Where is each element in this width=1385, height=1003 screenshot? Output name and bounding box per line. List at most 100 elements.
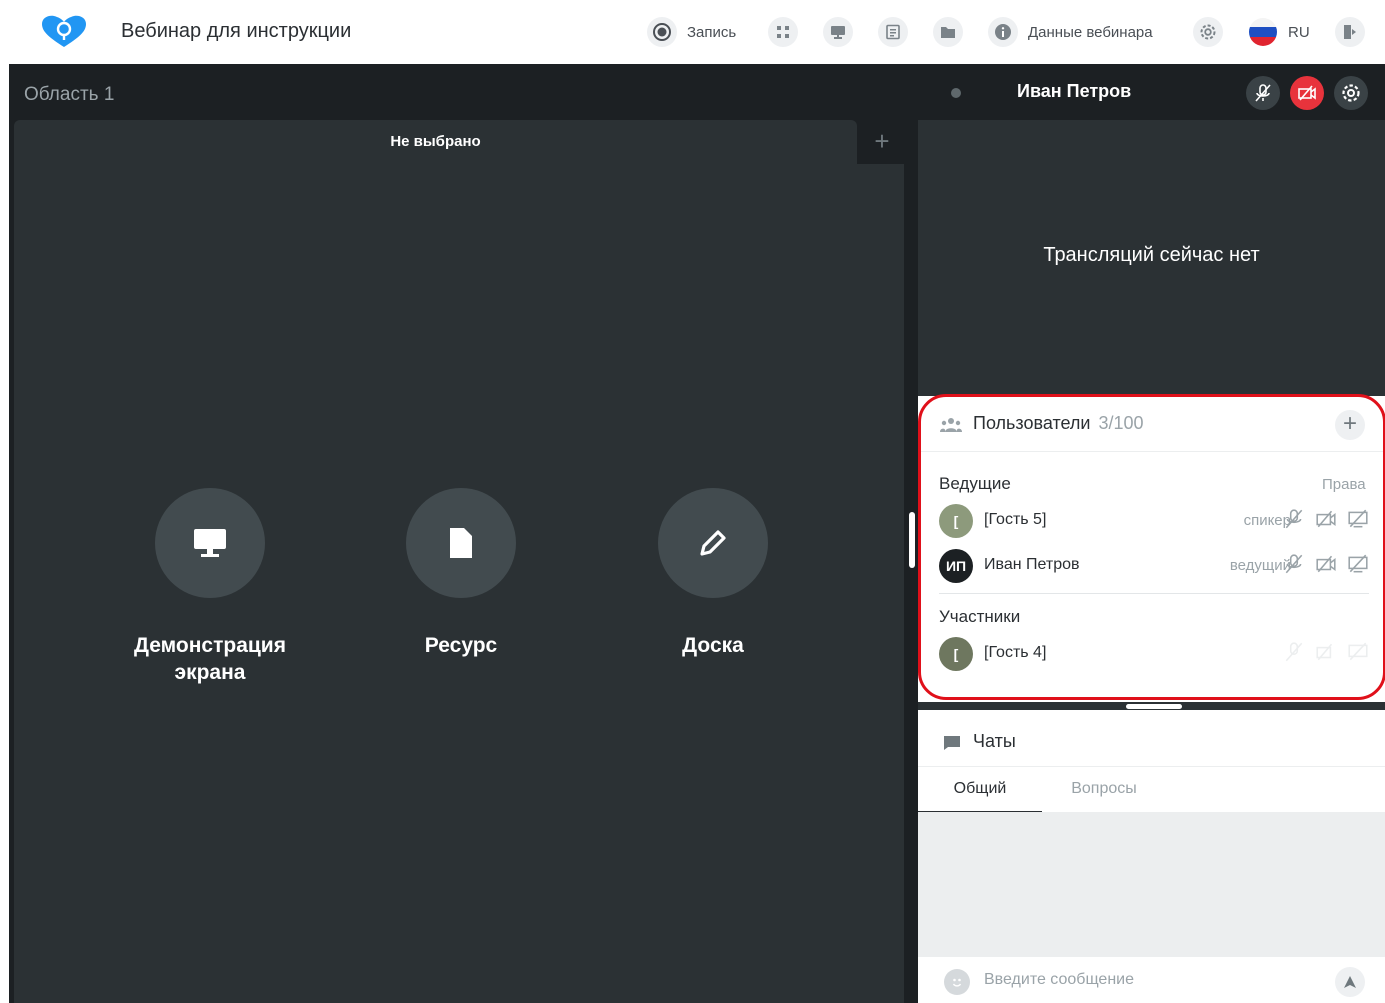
video-header: Иван Петров (918, 64, 1385, 120)
screen-off-icon (1348, 642, 1368, 661)
user-name: [Гость 5] (984, 511, 1047, 528)
folder-icon (933, 17, 963, 47)
chat-messages (918, 812, 1385, 957)
files-button[interactable] (933, 17, 963, 47)
users-icon (940, 418, 962, 432)
whiteboard-option[interactable]: Доска (603, 488, 823, 659)
screen-share-option[interactable]: Демонстрация экрана (100, 488, 320, 686)
webinar-title: Вебинар для инструкции (121, 20, 352, 42)
no-stream-message: Трансляций сейчас нет (1043, 244, 1260, 266)
mic-off-icon (1285, 642, 1303, 662)
right-panel: Иван Петров Трансляций сейчас нет Пользо… (918, 64, 1385, 1003)
users-title: Пользователи 3/100 (973, 413, 1144, 434)
gear-icon (1193, 17, 1223, 47)
message-input[interactable]: Введите сообщение (984, 971, 1134, 989)
gear-icon (1342, 84, 1360, 102)
record-label: Запись (687, 23, 737, 41)
send-icon (1344, 976, 1356, 988)
flag-ru-icon (1248, 17, 1278, 47)
document-icon (878, 17, 908, 47)
user-row[interactable]: ИП Иван Петров ведущий (939, 549, 1369, 585)
vertical-splitter-handle[interactable] (909, 512, 915, 568)
exit-icon (1335, 17, 1365, 47)
participants-section-title: Участники (939, 607, 1021, 626)
camera-off-icon[interactable] (1315, 553, 1337, 575)
tab-questions[interactable]: Вопросы (1042, 767, 1166, 813)
mic-off-icon[interactable] (1283, 553, 1305, 575)
top-bar: Вебинар для инструкции Запись Данные веб… (0, 0, 1385, 64)
emoji-icon (952, 978, 962, 987)
monitor-icon (194, 529, 226, 557)
chat-panel: Чаты Общий Вопросы Введите сообщение (918, 710, 1385, 1003)
user-name: Иван Петров (984, 556, 1080, 573)
exit-button[interactable] (1335, 17, 1365, 47)
avatar: [ (939, 637, 973, 671)
user-permissions (1283, 508, 1369, 530)
user-role[interactable]: ведущий (1230, 557, 1291, 574)
monitor-icon (823, 17, 853, 47)
workspace: Область 1 Не выбрано + Демонстрация экра… (9, 64, 906, 1003)
section-divider (939, 593, 1369, 594)
camera-off-icon[interactable] (1315, 508, 1337, 530)
record-icon (647, 17, 677, 47)
record-button[interactable]: Запись (647, 17, 736, 47)
camera-toggle-button[interactable] (1290, 76, 1324, 110)
language-label: RU (1288, 23, 1310, 41)
resource-label: Ресурс (424, 634, 498, 657)
area-title: Область 1 (24, 84, 115, 105)
workspace-panel: Не выбрано + Демонстрация экрана Ресурс … (14, 120, 904, 1003)
layout-button[interactable] (768, 17, 798, 47)
camera-off-icon (1298, 85, 1316, 101)
webinar-data-button[interactable]: Данные вебинара (988, 17, 1153, 47)
users-header: Пользователи 3/100 + (918, 396, 1385, 452)
tab-not-selected[interactable]: Не выбрано (14, 120, 857, 164)
users-count: 3/100 (1098, 413, 1144, 433)
workspace-tabbar: Не выбрано + (14, 120, 904, 164)
screen-share-circle[interactable] (155, 488, 265, 598)
whiteboard-circle[interactable] (658, 488, 768, 598)
file-icon (450, 528, 472, 558)
add-tab-button[interactable]: + (864, 126, 900, 158)
mic-off-icon[interactable] (1283, 508, 1305, 530)
chat-input-bar: Введите сообщение (918, 957, 1385, 1003)
mic-off-icon (1255, 84, 1271, 102)
send-button[interactable] (1335, 967, 1365, 997)
video-settings-button[interactable] (1334, 76, 1368, 110)
settings-button[interactable] (1193, 17, 1223, 47)
language-selector[interactable]: RU (1248, 17, 1310, 47)
user-permissions (1283, 641, 1369, 663)
user-row[interactable]: [ [Гость 4] (939, 637, 1369, 673)
screen-share-label: Демонстрация экрана (134, 634, 286, 684)
user-row[interactable]: [ [Гость 5] спикер (939, 504, 1369, 540)
emoji-button[interactable] (944, 969, 970, 995)
notes-button[interactable] (878, 17, 908, 47)
video-panel: Иван Петров Трансляций сейчас нет (918, 64, 1385, 396)
horizontal-splitter-handle[interactable] (1126, 704, 1182, 709)
screen-off-icon[interactable] (1347, 508, 1369, 530)
rights-label: Права (1322, 476, 1366, 493)
user-permissions (1283, 553, 1369, 575)
grid-icon (768, 17, 798, 47)
chat-title: Чаты (973, 731, 1016, 751)
presenter-name: Иван Петров (1017, 81, 1132, 101)
camera-off-icon (1316, 643, 1333, 661)
resource-option[interactable]: Ресурс (351, 488, 571, 659)
users-panel: Пользователи 3/100 + Ведущие Права [ [Гос… (918, 396, 1385, 702)
info-icon (988, 17, 1018, 47)
avatar: ИП (939, 549, 973, 583)
tab-general[interactable]: Общий (918, 767, 1042, 813)
resource-circle[interactable] (406, 488, 516, 598)
chat-tabs: Общий Вопросы (918, 766, 1385, 813)
screen-off-icon[interactable] (1347, 553, 1369, 575)
app-logo[interactable] (40, 14, 88, 48)
users-title-text: Пользователи (973, 413, 1091, 433)
hosts-section-title: Ведущие (939, 474, 1011, 493)
avatar: [ (939, 504, 973, 538)
add-user-button[interactable]: + (1335, 410, 1365, 440)
screen-button[interactable] (823, 17, 853, 47)
mic-toggle-button[interactable] (1246, 76, 1280, 110)
chat-icon (944, 736, 960, 750)
pencil-icon (700, 530, 726, 556)
status-dot (951, 88, 961, 98)
whiteboard-label: Доска (682, 634, 744, 657)
